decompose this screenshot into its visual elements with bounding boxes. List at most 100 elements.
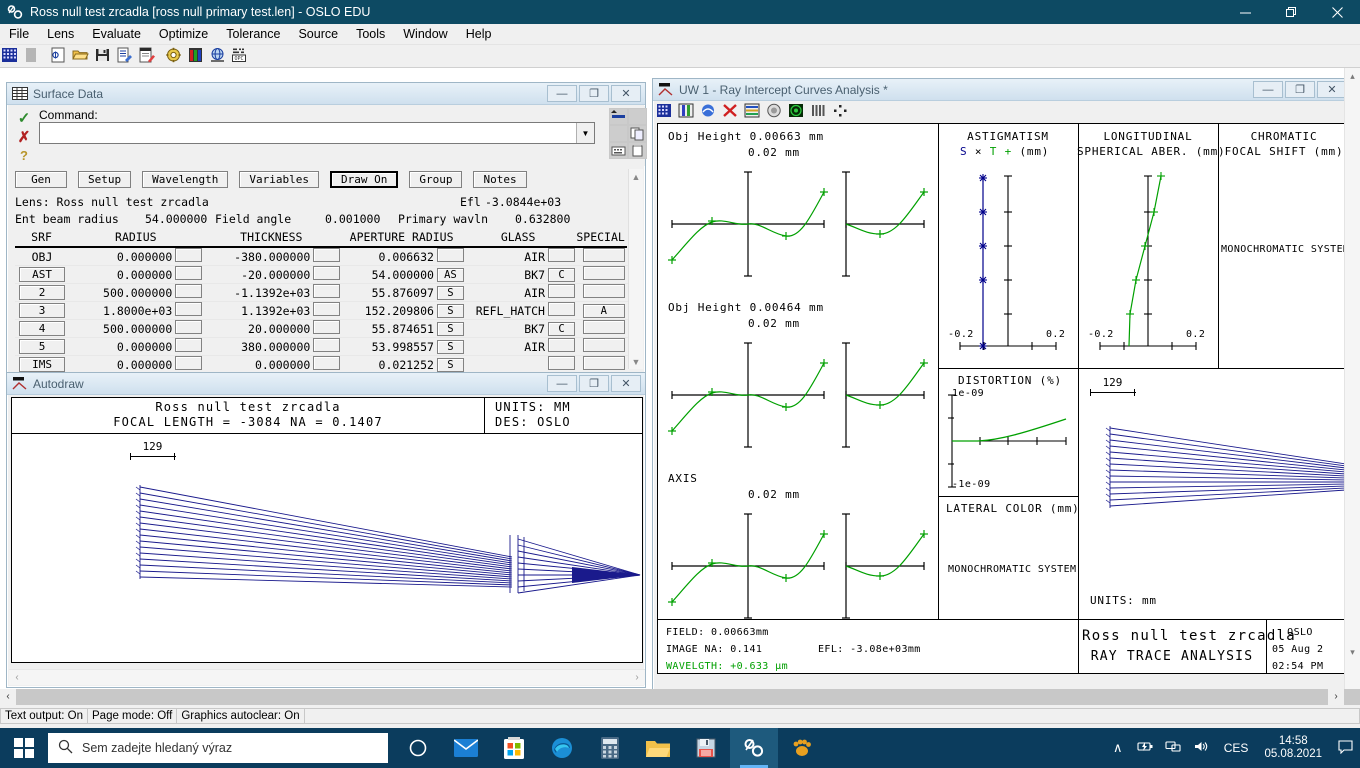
special-button[interactable]: [582, 284, 625, 298]
cell-thickness[interactable]: -380.000000: [207, 250, 313, 264]
surface-data-scrollbar[interactable]: ▲ ▼: [628, 169, 643, 369]
aperture-type-button[interactable]: [436, 248, 464, 262]
volume-icon[interactable]: [1188, 740, 1216, 756]
aperture-type-button[interactable]: S: [436, 358, 464, 372]
surface-button[interactable]: 5: [19, 339, 66, 354]
glass-type-button[interactable]: [548, 248, 575, 262]
radius-pickup-button[interactable]: [175, 356, 203, 370]
energy-icon[interactable]: [788, 103, 809, 122]
cell-radius[interactable]: 0.000000: [69, 250, 175, 264]
network-icon[interactable]: [1160, 740, 1188, 756]
tab-gen[interactable]: Gen: [15, 171, 67, 188]
surface-data-restore[interactable]: ❐: [579, 85, 609, 102]
radius-pickup-button[interactable]: [175, 302, 203, 316]
radius-pickup-button[interactable]: [175, 320, 203, 334]
paste-icon[interactable]: [628, 142, 647, 159]
surface-button[interactable]: AST: [19, 267, 66, 282]
bars-icon[interactable]: [810, 103, 831, 122]
surface-data-close[interactable]: ✕: [611, 85, 641, 102]
surface-button[interactable]: 4: [19, 321, 66, 336]
aperture-type-button[interactable]: S: [436, 322, 464, 336]
save-icon[interactable]: [94, 47, 115, 66]
notes-icon[interactable]: [138, 47, 159, 66]
spot-diagram-icon[interactable]: [678, 103, 699, 122]
color-bars-icon[interactable]: [187, 47, 208, 66]
radius-pickup-button[interactable]: [175, 338, 203, 352]
cell-aperture-radius[interactable]: 53.998557: [345, 340, 437, 354]
cell-thickness[interactable]: 20.000000: [207, 322, 313, 336]
autodraw-hscrollbar[interactable]: ‹ ›: [9, 669, 645, 685]
scroll-right-icon[interactable]: ›: [629, 672, 645, 683]
cortana-icon[interactable]: [394, 728, 442, 768]
cell-glass[interactable]: BK7: [473, 322, 548, 336]
edit-doc-icon[interactable]: [116, 47, 137, 66]
uw1-minimize[interactable]: —: [1253, 81, 1283, 98]
glass-type-button[interactable]: C: [548, 322, 575, 336]
table-row[interactable]: 5 0.000000 380.000000 53.998557 S AIR: [15, 338, 629, 356]
workspace-scroll-up-icon[interactable]: ▴: [1345, 68, 1360, 84]
special-button[interactable]: [582, 266, 625, 280]
special-button[interactable]: [582, 320, 625, 334]
grid-icon[interactable]: [656, 103, 677, 122]
aperture-type-button[interactable]: S: [436, 340, 464, 354]
cell-radius[interactable]: 0.000000: [69, 358, 175, 372]
cell-glass[interactable]: BK7: [473, 268, 548, 282]
menu-optimize[interactable]: Optimize: [150, 24, 217, 45]
cell-thickness[interactable]: 380.000000: [207, 340, 313, 354]
thickness-pickup-button[interactable]: [313, 248, 341, 262]
scroll-down-icon[interactable]: ▼: [629, 354, 643, 369]
spot-icon[interactable]: [766, 103, 787, 122]
floppy-app-icon[interactable]: [682, 728, 730, 768]
mtf-icon[interactable]: [744, 103, 765, 122]
uw1-titlebar[interactable]: UW 1 - Ray Intercept Curves Analysis * —…: [653, 79, 1351, 101]
scatter-icon[interactable]: [832, 103, 853, 122]
cell-radius[interactable]: 0.000000: [69, 268, 175, 282]
file-explorer-icon[interactable]: [634, 728, 682, 768]
menu-lens[interactable]: Lens: [38, 24, 83, 45]
uw1-restore[interactable]: ❐: [1285, 81, 1315, 98]
cell-radius[interactable]: 500.000000: [69, 286, 175, 300]
mail-icon[interactable]: [442, 728, 490, 768]
thickness-pickup-button[interactable]: [313, 356, 341, 370]
open-folder-icon[interactable]: [72, 47, 93, 66]
tab-group[interactable]: Group: [409, 171, 463, 188]
cell-aperture-radius[interactable]: 0.021252: [345, 358, 437, 372]
workspace-scroll-left-icon[interactable]: ‹: [0, 689, 16, 705]
table-row[interactable]: 4 500.000000 20.000000 55.874651 S BK7 C: [15, 320, 629, 338]
cell-glass[interactable]: AIR: [473, 340, 548, 354]
cell-thickness[interactable]: 0.000000: [207, 358, 313, 372]
tab-wavelength[interactable]: Wavelength: [142, 171, 229, 188]
table-row[interactable]: 2 500.000000 -1.1392e+03 55.876097 S AIR: [15, 284, 629, 302]
blank-button-2[interactable]: [609, 125, 628, 142]
cell-thickness[interactable]: 1.1392e+03: [207, 304, 313, 318]
glass-type-button[interactable]: C: [548, 268, 575, 282]
cell-aperture-radius[interactable]: 54.000000: [345, 268, 437, 282]
autodraw-minimize[interactable]: —: [547, 375, 577, 392]
table-row[interactable]: OBJ 0.000000 -380.000000 0.006632 AIR: [15, 248, 629, 266]
cell-srf[interactable]: 3: [15, 303, 69, 318]
battery-icon[interactable]: [1132, 740, 1160, 756]
insert-row-icon[interactable]: [609, 108, 628, 125]
check-icon[interactable]: ✓: [18, 109, 31, 127]
menu-tolerance[interactable]: Tolerance: [217, 24, 289, 45]
calculator-icon[interactable]: [586, 728, 634, 768]
grid-icon[interactable]: [1, 47, 22, 66]
thickness-pickup-button[interactable]: [313, 284, 341, 298]
surface-data-minimize[interactable]: —: [547, 85, 577, 102]
workspace-scroll-down-icon[interactable]: ▾: [1345, 644, 1360, 660]
scroll-up-icon[interactable]: ▲: [629, 169, 643, 184]
chevron-down-icon[interactable]: ▼: [576, 123, 594, 143]
cell-radius[interactable]: 1.8000e+03: [69, 304, 175, 318]
paw-app-icon[interactable]: [778, 728, 826, 768]
glass-type-button[interactable]: [548, 338, 575, 352]
windows-icon[interactable]: [0, 728, 48, 768]
table-row[interactable]: AST 0.000000 -20.000000 54.000000 AS BK7 C: [15, 266, 629, 284]
menu-file[interactable]: File: [0, 24, 38, 45]
cell-srf[interactable]: 2: [15, 285, 69, 300]
thickness-pickup-button[interactable]: [313, 338, 341, 352]
menu-window[interactable]: Window: [394, 24, 456, 45]
cell-aperture-radius[interactable]: 152.209806: [345, 304, 437, 318]
cell-srf[interactable]: 4: [15, 321, 69, 336]
radius-pickup-button[interactable]: [175, 284, 203, 298]
clock[interactable]: 14:58 05.08.2021: [1256, 735, 1330, 761]
